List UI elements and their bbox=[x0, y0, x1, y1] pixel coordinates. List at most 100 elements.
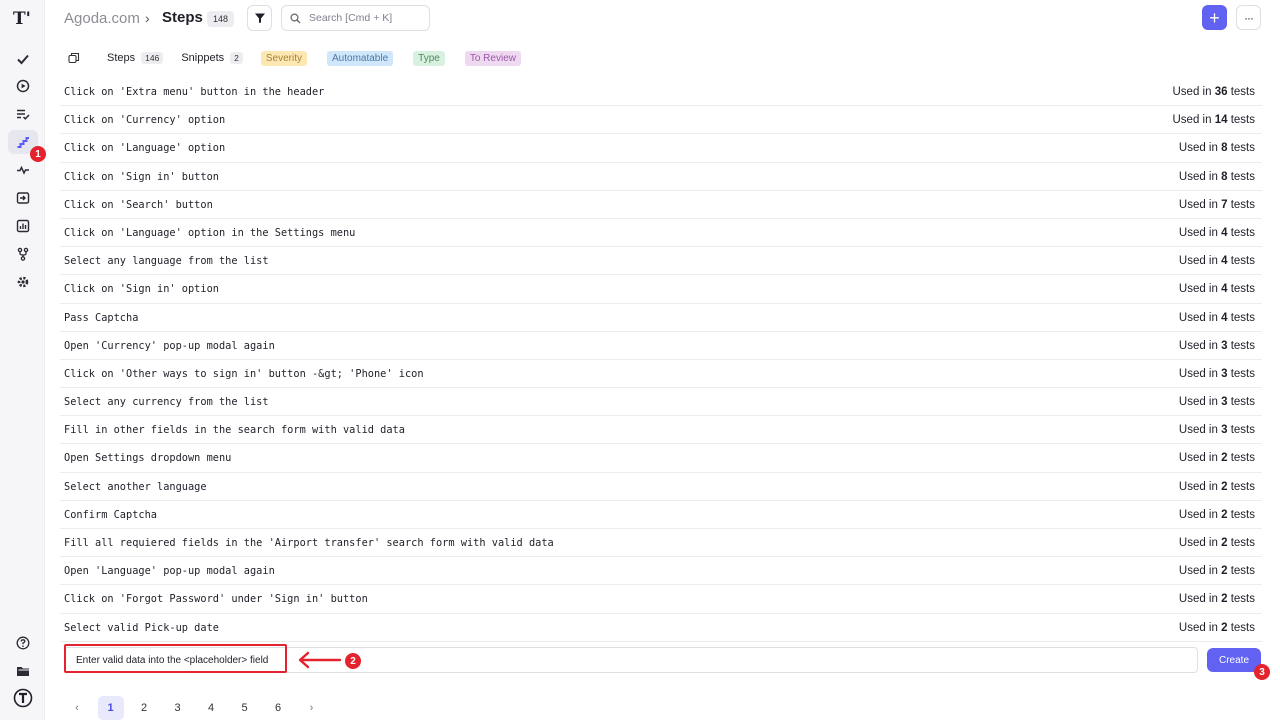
annotation-marker-2: 2 bbox=[345, 653, 361, 669]
new-step-input-value[interactable]: Enter valid data into the <placeholder> … bbox=[76, 655, 268, 666]
step-row[interactable]: Click on 'Forgot Password' under 'Sign i… bbox=[60, 585, 1262, 614]
tab-snippets[interactable]: Snippets 2 bbox=[181, 52, 243, 64]
step-usage: Used in 3 tests bbox=[1179, 340, 1255, 352]
pagination-page-2[interactable]: 2 bbox=[131, 696, 157, 720]
filter-tag-severity[interactable]: Severity bbox=[260, 50, 307, 66]
step-row[interactable]: Fill in other fields in the search form … bbox=[60, 416, 1262, 445]
step-text: Click on 'Other ways to sign in' button … bbox=[64, 367, 424, 380]
pagination-page-5[interactable]: 5 bbox=[232, 696, 258, 720]
step-text: Fill in other fields in the search form … bbox=[64, 424, 405, 437]
usage-count: 2 bbox=[1221, 565, 1228, 578]
usage-suffix: tests bbox=[1230, 508, 1255, 521]
filter-icon bbox=[254, 13, 265, 23]
step-row[interactable]: Click on 'Extra menu' button in the head… bbox=[60, 78, 1262, 107]
step-row[interactable]: Click on 'Sign in' button Used in 8 tests bbox=[60, 163, 1262, 191]
filter-tag-to-review[interactable]: To Review bbox=[464, 50, 521, 66]
usage-prefix: Used in bbox=[1178, 396, 1218, 409]
step-row[interactable]: Select any currency from the list Used in… bbox=[60, 388, 1262, 417]
step-row[interactable]: Select another language Used in 2 tests bbox=[60, 473, 1262, 501]
add-button[interactable]: + bbox=[1202, 5, 1227, 30]
create-button[interactable]: Create bbox=[1207, 648, 1261, 672]
usage-suffix: tests bbox=[1230, 593, 1255, 606]
pagination-page-4[interactable]: 4 bbox=[198, 696, 224, 720]
usage-count: 2 bbox=[1221, 452, 1228, 465]
pagination-page-6[interactable]: 6 bbox=[265, 696, 291, 720]
step-row[interactable]: Click on 'Other ways to sign in' button … bbox=[60, 360, 1262, 389]
usage-count: 2 bbox=[1221, 508, 1228, 521]
tab-snippets-count: 2 bbox=[230, 52, 243, 64]
search-input[interactable] bbox=[309, 12, 419, 24]
app-logo[interactable]: T' bbox=[13, 9, 31, 29]
usage-count: 2 bbox=[1221, 621, 1228, 634]
usage-suffix: tests bbox=[1230, 452, 1255, 465]
help-icon[interactable] bbox=[8, 631, 38, 655]
usage-prefix: Used in bbox=[1172, 86, 1212, 98]
sidebar: T' 1 bbox=[0, 0, 46, 720]
analytics-icon[interactable] bbox=[8, 214, 38, 238]
tab-steps[interactable]: Steps 146 bbox=[107, 52, 164, 64]
step-row[interactable]: Pass Captcha Used in 4 tests bbox=[60, 304, 1262, 332]
step-text: Select valid Pick-up date bbox=[64, 621, 219, 634]
search-box[interactable] bbox=[281, 5, 430, 31]
usage-count: 3 bbox=[1221, 367, 1228, 380]
branches-icon[interactable] bbox=[8, 242, 38, 266]
step-usage: Used in 2 tests bbox=[1179, 452, 1255, 464]
usage-prefix: Used in bbox=[1178, 226, 1218, 239]
step-row[interactable]: Open 'Currency' pop-up modal again Used i… bbox=[60, 332, 1262, 360]
usage-suffix: tests bbox=[1230, 621, 1255, 634]
usage-suffix: tests bbox=[1230, 367, 1255, 380]
filter-button[interactable] bbox=[247, 5, 272, 31]
pagination-prev-button[interactable]: ‹ bbox=[64, 696, 90, 720]
usage-suffix: tests bbox=[1230, 86, 1255, 98]
usage-suffix: tests bbox=[1230, 283, 1255, 296]
import-icon[interactable] bbox=[8, 186, 38, 210]
step-row[interactable]: Click on 'Language' option in the Settin… bbox=[60, 219, 1262, 248]
step-text: Click on 'Language' option in the Settin… bbox=[64, 226, 356, 239]
pulse-icon[interactable] bbox=[8, 158, 38, 182]
testomat-logo-icon[interactable] bbox=[8, 686, 38, 710]
pagination-page-1[interactable]: 1 bbox=[97, 696, 124, 720]
usage-count: 2 bbox=[1221, 593, 1228, 606]
more-menu-button[interactable]: ··· bbox=[1236, 5, 1261, 30]
search-icon bbox=[290, 12, 301, 23]
step-row[interactable]: Fill all requiered fields in the 'Airpor… bbox=[60, 529, 1262, 558]
usage-count: 14 bbox=[1214, 114, 1228, 127]
step-text: Open Settings dropdown menu bbox=[64, 452, 232, 465]
tab-steps-count: 146 bbox=[141, 52, 164, 64]
step-row[interactable]: Open Settings dropdown menu Used in 2 tes… bbox=[60, 444, 1262, 473]
step-row[interactable]: Select any language from the list Used in… bbox=[60, 247, 1262, 276]
step-text: Click on 'Sign in' option bbox=[64, 283, 219, 296]
step-row[interactable]: Click on 'Search' button Used in 7 tests bbox=[60, 191, 1262, 219]
pagination-next-button[interactable]: › bbox=[299, 696, 325, 720]
step-row[interactable]: Click on 'Language' option Used in 8 test… bbox=[60, 134, 1262, 163]
step-text: Fill all requiered fields in the 'Airpor… bbox=[64, 537, 554, 549]
usage-prefix: Used in bbox=[1178, 142, 1218, 155]
step-text: Click on 'Language' option bbox=[64, 142, 226, 155]
step-row[interactable]: Click on 'Sign in' option Used in 4 tests bbox=[60, 275, 1262, 304]
step-row[interactable]: Confirm Captcha Used in 2 tests bbox=[60, 501, 1262, 529]
copy-icon[interactable] bbox=[64, 48, 84, 68]
filter-tag-type[interactable]: Type bbox=[413, 50, 445, 66]
step-row[interactable]: Open 'Language' pop-up modal again Used i… bbox=[60, 557, 1262, 586]
check-icon[interactable] bbox=[8, 47, 38, 71]
tab-snippets-label: Snippets bbox=[181, 52, 225, 64]
pagination-page-3[interactable]: 3 bbox=[165, 696, 191, 720]
step-row[interactable]: Click on 'Currency' option Used in 14 tes… bbox=[60, 106, 1262, 135]
settings-icon[interactable] bbox=[8, 270, 38, 294]
usage-suffix: tests bbox=[1230, 537, 1255, 549]
usage-count: 8 bbox=[1221, 170, 1228, 183]
usage-prefix: Used in bbox=[1172, 114, 1212, 127]
run-list-icon[interactable] bbox=[8, 102, 38, 126]
usage-count: 8 bbox=[1221, 142, 1228, 155]
usage-prefix: Used in bbox=[1178, 593, 1218, 606]
step-usage: Used in 2 tests bbox=[1179, 622, 1255, 634]
step-row[interactable]: Select valid Pick-up date Used in 2 tests bbox=[60, 614, 1262, 642]
usage-suffix: tests bbox=[1230, 565, 1255, 578]
project-breadcrumb[interactable]: Agoda.com bbox=[64, 10, 140, 27]
play-icon[interactable] bbox=[8, 74, 38, 98]
folder-icon[interactable] bbox=[8, 659, 38, 683]
usage-prefix: Used in bbox=[1178, 311, 1218, 324]
annotation-marker-3: 3 bbox=[1254, 664, 1270, 680]
filter-tag-automatable[interactable]: Automatable bbox=[327, 50, 394, 66]
step-text: Select another language bbox=[64, 480, 207, 493]
